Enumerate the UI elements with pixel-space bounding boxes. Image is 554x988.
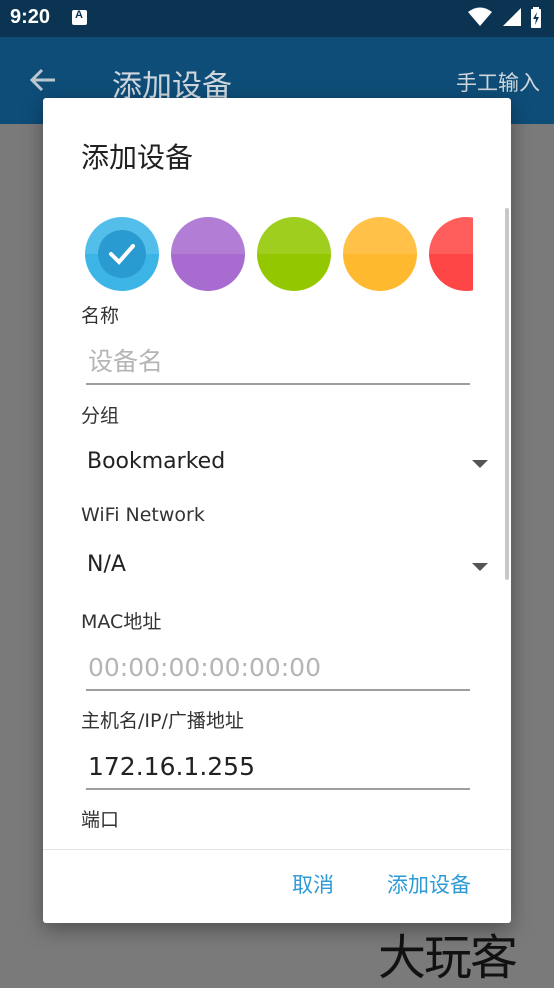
color-swatch-blue[interactable] [85,217,159,291]
color-swatch-green[interactable] [257,217,331,291]
check-icon [109,244,135,265]
group-select-value: Bookmarked [87,449,226,474]
cancel-button[interactable]: 取消 [288,863,338,905]
port-label: 端口 [81,809,120,831]
status-bar: 9:20 [0,0,554,37]
watermark-text: 大玩客 [378,930,518,986]
dialog-content[interactable]: 名称 分组 Bookmarked WiFi Network N/A MAC地址 … [43,201,511,849]
wifi-select[interactable]: N/A [86,544,488,588]
device-name-input[interactable] [86,339,470,385]
color-swatch-red[interactable] [429,217,473,291]
dialog-divider [43,849,511,850]
wifi-select-value: N/A [87,552,126,577]
dropdown-arrow-icon [472,460,488,468]
back-arrow-icon[interactable] [28,65,58,95]
wifi-label: WiFi Network [81,504,205,526]
selected-indicator [98,230,146,278]
group-label: 分组 [81,405,120,427]
host-input[interactable] [86,744,470,790]
add-device-button[interactable]: 添加设备 [383,863,475,905]
dropdown-arrow-icon [472,563,488,571]
wifi-icon [467,7,492,26]
manual-input-button[interactable]: 手工输入 [456,67,540,97]
color-swatch-orange[interactable] [343,217,417,291]
scrollbar[interactable] [505,208,509,580]
system-icons [464,7,542,29]
color-swatch-purple[interactable] [171,217,245,291]
mac-address-input[interactable] [86,645,470,691]
add-device-dialog: 添加设备 名称 分组 Bookmarked WiFi Network N/ [43,98,511,923]
group-select[interactable]: Bookmarked [86,441,488,485]
dialog-title: 添加设备 [81,141,194,174]
status-time: 9:20 [10,6,51,28]
battery-icon [531,7,541,28]
notification-icon [72,9,87,25]
signal-icon [502,8,521,26]
mac-label: MAC地址 [81,611,162,633]
host-label: 主机名/IP/广播地址 [81,710,244,732]
name-label: 名称 [81,305,120,327]
color-picker [83,213,473,291]
